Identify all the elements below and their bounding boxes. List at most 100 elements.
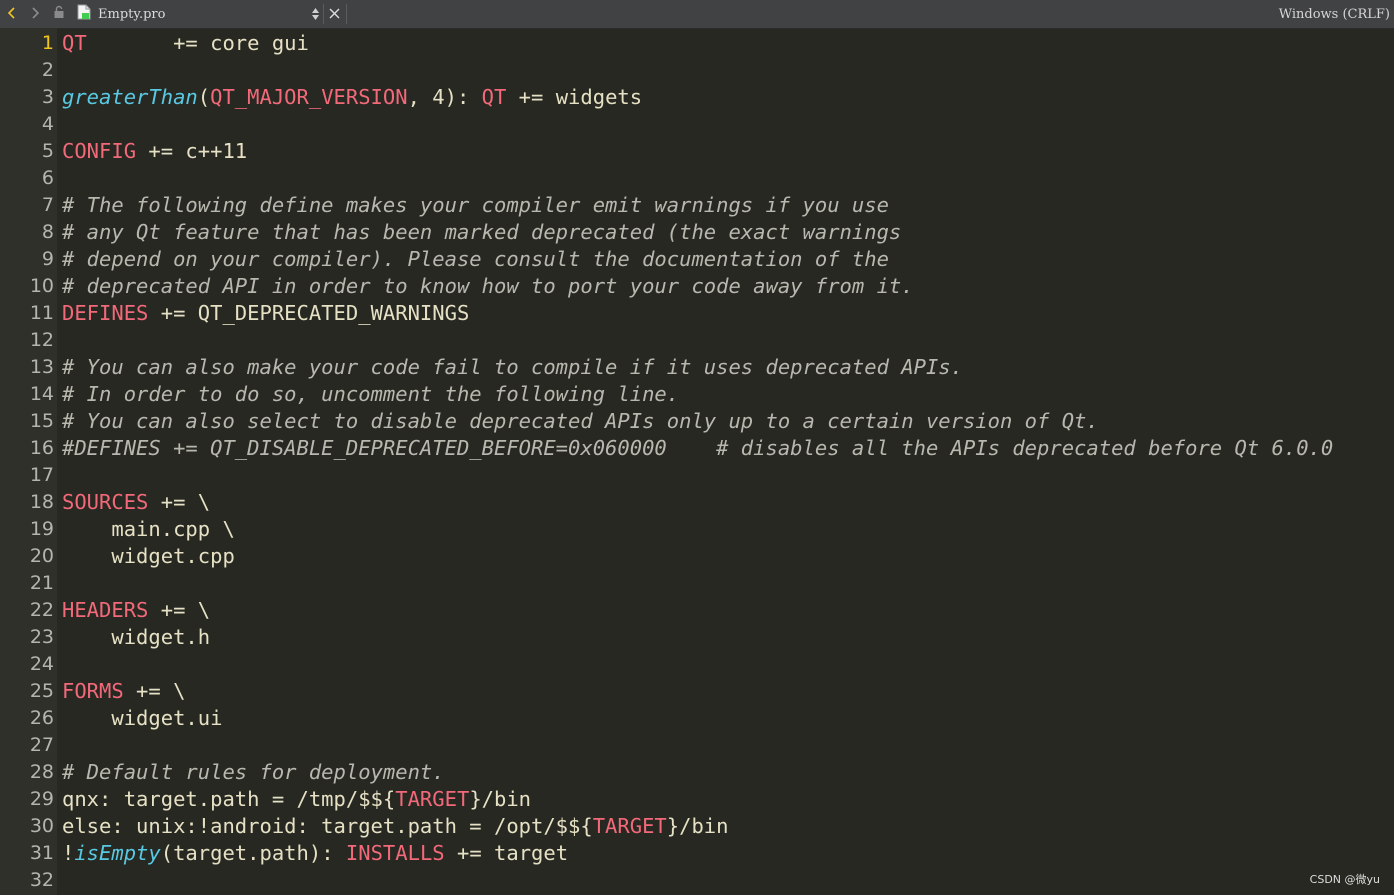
- code-token: += core gui: [86, 31, 309, 55]
- code-token: (target.path):: [160, 841, 346, 865]
- toolbar-divider: [346, 4, 347, 24]
- code-token: # deprecated API in order to know how to…: [62, 274, 914, 298]
- code-line[interactable]: [62, 651, 1392, 678]
- code-token: main.cpp \: [62, 517, 235, 541]
- code-token: TARGET: [592, 814, 667, 838]
- code-line[interactable]: FORMS += \: [62, 678, 1392, 705]
- code-line[interactable]: [62, 570, 1392, 597]
- code-token: qnx: target.path = /tmp/$${: [62, 787, 396, 811]
- line-number: 12: [29, 329, 54, 351]
- line-number-gutter: 1 2 3 4 5 6 7 8 9 10 11 12 13 14 15 16 17 18 19 20 21 22 23 24 2…: [0, 28, 57, 895]
- code-token: += \: [148, 490, 211, 514]
- code-token: TARGET: [395, 787, 470, 811]
- code-token: }/bin: [666, 814, 729, 838]
- line-number: 26: [29, 707, 54, 729]
- code-token: # depend on your compiler). Please consu…: [62, 247, 889, 271]
- line-number: 31: [29, 842, 54, 864]
- code-token: #DEFINES += QT_DISABLE_DEPRECATED_BEFORE…: [62, 436, 1334, 460]
- code-line[interactable]: [62, 165, 1392, 192]
- line-number: 13: [29, 356, 54, 378]
- code-line[interactable]: main.cpp \: [62, 516, 1392, 543]
- line-number: 9: [41, 248, 54, 270]
- code-token: SOURCES: [62, 490, 149, 514]
- code-token: widget.h: [62, 625, 211, 649]
- code-line[interactable]: [62, 57, 1392, 84]
- line-number: 5: [41, 140, 54, 162]
- code-token: FORMS: [62, 679, 124, 703]
- code-token: DEFINES: [62, 301, 149, 325]
- back-button[interactable]: [2, 0, 22, 28]
- line-number: 23: [29, 626, 54, 648]
- code-line[interactable]: #DEFINES += QT_DISABLE_DEPRECATED_BEFORE…: [62, 435, 1392, 462]
- file-type-badge: [76, 0, 92, 28]
- line-endings-selector[interactable]: Windows (CRLF): [1279, 0, 1390, 28]
- code-token: QT: [481, 85, 507, 109]
- code-line[interactable]: [62, 327, 1392, 354]
- code-token: # The following define makes your compil…: [62, 193, 889, 217]
- code-line[interactable]: CONFIG += c++11: [62, 138, 1392, 165]
- code-line[interactable]: SOURCES += \: [62, 489, 1392, 516]
- code-line[interactable]: [62, 732, 1392, 759]
- code-token: # You can also make your code fail to co…: [62, 355, 963, 379]
- chevron-left-icon: [7, 5, 17, 24]
- close-icon: [329, 5, 340, 23]
- code-line[interactable]: widget.ui: [62, 705, 1392, 732]
- line-number: 18: [29, 491, 54, 513]
- code-token: QT: [62, 31, 87, 55]
- code-line[interactable]: # In order to do so, uncomment the follo…: [62, 381, 1392, 408]
- code-line[interactable]: widget.h: [62, 624, 1392, 651]
- line-number: 11: [29, 302, 54, 324]
- code-line[interactable]: !isEmpty(target.path): INSTALLS += targe…: [62, 840, 1392, 867]
- watermark: CSDN @微yu: [1309, 873, 1380, 886]
- code-line[interactable]: # You can also select to disable depreca…: [62, 408, 1392, 435]
- close-document-button[interactable]: [324, 0, 344, 28]
- line-number: 10: [29, 275, 54, 297]
- forward-button[interactable]: [25, 0, 45, 28]
- up-down-arrows-icon: [311, 6, 320, 22]
- code-token: CONFIG: [62, 139, 137, 163]
- code-token: !: [62, 841, 75, 865]
- code-line[interactable]: DEFINES += QT_DEPRECATED_WARNINGS: [62, 300, 1392, 327]
- code-line[interactable]: HEADERS += \: [62, 597, 1392, 624]
- code-token: += \: [123, 679, 186, 703]
- code-line[interactable]: # You can also make your code fail to co…: [62, 354, 1392, 381]
- code-line[interactable]: else: unix:!android: target.path = /opt/…: [62, 813, 1392, 840]
- code-line[interactable]: [62, 867, 1392, 894]
- code-line[interactable]: qnx: target.path = /tmp/$${TARGET}/bin: [62, 786, 1392, 813]
- code-token: QT_MAJOR_VERSION: [210, 85, 408, 109]
- code-line[interactable]: [62, 462, 1392, 489]
- line-number: 3: [41, 86, 54, 108]
- code-line[interactable]: widget.cpp: [62, 543, 1392, 570]
- line-number: 17: [29, 464, 54, 486]
- document-selector[interactable]: Empty.pro: [98, 0, 322, 28]
- code-token: += \: [148, 598, 211, 622]
- line-number: 8: [41, 221, 54, 243]
- chevron-right-icon: [30, 5, 40, 24]
- code-token: INSTALLS: [345, 841, 445, 865]
- code-editor-text[interactable]: QT += core gui greaterThan(QT_MAJOR_VERSI…: [62, 30, 1392, 894]
- line-number: 29: [29, 788, 54, 810]
- line-number: 6: [41, 167, 54, 189]
- code-line[interactable]: # any Qt feature that has been marked de…: [62, 219, 1392, 246]
- code-line[interactable]: # depend on your compiler). Please consu…: [62, 246, 1392, 273]
- line-number: 32: [29, 869, 54, 891]
- line-number: 21: [29, 572, 54, 594]
- code-token: widget.cpp: [62, 544, 235, 568]
- line-number: 19: [29, 518, 54, 540]
- code-line[interactable]: # The following define makes your compil…: [62, 192, 1392, 219]
- code-token: isEmpty: [74, 841, 161, 865]
- line-number: 16: [29, 437, 54, 459]
- code-token: += widgets: [506, 85, 643, 109]
- qt-creator-editor: Empty.pro Windows (CRLF) 1 2 3 4 5 6 7 8 9 10 11 12…: [0, 0, 1394, 895]
- code-line[interactable]: # deprecated API in order to know how to…: [62, 273, 1392, 300]
- lock-toggle[interactable]: [52, 0, 66, 28]
- line-number: 20: [29, 545, 54, 567]
- editor-toolbar: Empty.pro Windows (CRLF): [0, 0, 1394, 29]
- code-line[interactable]: [62, 111, 1392, 138]
- line-number: 28: [29, 761, 54, 783]
- code-line[interactable]: greaterThan(QT_MAJOR_VERSION, 4): QT += …: [62, 84, 1392, 111]
- line-number: 15: [29, 410, 54, 432]
- code-line[interactable]: QT += core gui: [62, 30, 1392, 57]
- line-number: 1: [41, 32, 54, 54]
- code-line[interactable]: # Default rules for deployment.: [62, 759, 1392, 786]
